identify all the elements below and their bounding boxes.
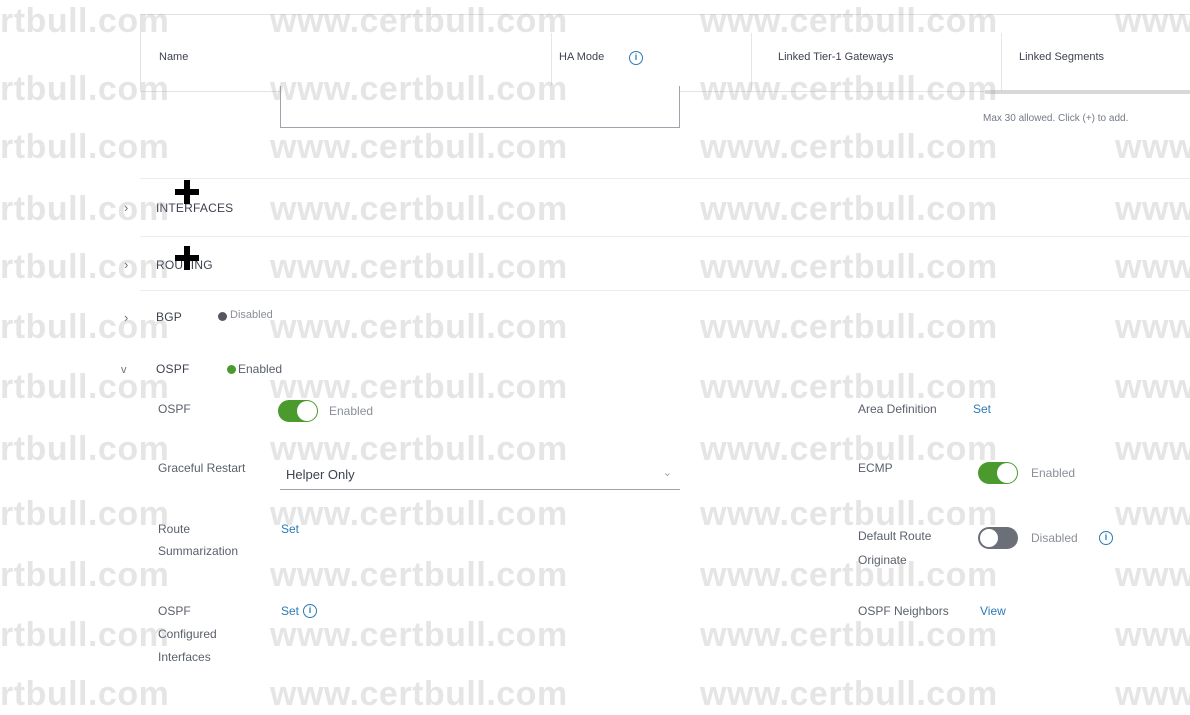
watermark: www.certbull.com — [700, 190, 998, 228]
watermark: www — [1115, 190, 1190, 228]
route-summarization-label-2: Summarization — [158, 544, 239, 558]
col-divider — [551, 33, 552, 91]
section-bgp[interactable]: BGP — [156, 310, 182, 324]
ospf-toggle[interactable] — [278, 400, 318, 422]
watermark: rtbull.com — [0, 556, 170, 594]
watermark: www — [1115, 248, 1190, 286]
watermark: www.certbull.com — [270, 556, 568, 594]
watermark: www — [1115, 128, 1190, 166]
col-ha-mode[interactable]: HA Mode — [559, 51, 604, 63]
bgp-status: Disabled — [230, 309, 273, 321]
watermark: www.certbull.com — [270, 190, 568, 228]
divider — [140, 178, 1190, 179]
watermark: rtbull.com — [0, 190, 170, 228]
default-route-label-2: Originate — [858, 553, 907, 567]
divider — [140, 236, 1190, 237]
watermark: www.certbull.com — [700, 430, 998, 468]
table-header: Name HA Mode i Linked Tier-1 Gateways Li… — [140, 14, 1190, 92]
description-textarea[interactable] — [280, 86, 680, 128]
crosshair-cursor-icon — [175, 246, 199, 270]
route-summarization-label: Route — [158, 522, 191, 536]
horizontal-scrollbar[interactable] — [985, 90, 1190, 94]
watermark: www — [1115, 616, 1190, 654]
watermark: www — [1115, 556, 1190, 594]
route-summarization-set-link[interactable]: Set — [281, 522, 299, 536]
area-definition-label: Area Definition — [858, 402, 937, 416]
watermark: rtbull.com — [0, 495, 170, 533]
ecmp-label: ECMP — [858, 461, 893, 475]
watermark: www — [1115, 430, 1190, 468]
configured-interfaces-set-link[interactable]: Set — [281, 604, 299, 618]
col-divider — [751, 33, 752, 91]
watermark: www.certbull.com — [270, 248, 568, 286]
watermark: www.certbull.com — [700, 368, 998, 406]
divider — [140, 290, 1190, 291]
default-route-toggle-label: Disabled — [1031, 531, 1078, 545]
configured-interfaces-label: OSPF — [158, 604, 191, 618]
chevron-right-icon[interactable]: › — [124, 200, 128, 215]
watermark: rtbull.com — [0, 308, 170, 346]
graceful-restart-label: Graceful Restart — [158, 461, 246, 475]
add-hint-text: Max 30 allowed. Click (+) to add. — [983, 113, 1129, 124]
watermark: www.certbull.com — [270, 128, 568, 166]
graceful-restart-select[interactable]: Helper Only ⌄ — [280, 460, 680, 490]
status-dot-icon — [227, 365, 236, 374]
watermark: rtbull.com — [0, 248, 170, 286]
chevron-right-icon[interactable]: › — [124, 257, 128, 272]
info-icon[interactable]: i — [629, 51, 643, 65]
info-icon[interactable]: i — [1099, 531, 1113, 545]
configured-interfaces-label-3: Interfaces — [158, 650, 211, 664]
watermark: rtbull.com — [0, 616, 170, 654]
watermark: www.certbull.com — [700, 616, 998, 654]
watermark: rtbull.com — [0, 675, 170, 713]
watermark: www — [1115, 368, 1190, 406]
watermark: www.certbull.com — [270, 495, 568, 533]
section-ospf[interactable]: OSPF — [156, 362, 189, 376]
watermark: www.certbull.com — [270, 368, 568, 406]
col-linked-segments[interactable]: Linked Segments — [1019, 51, 1104, 63]
info-icon[interactable]: i — [303, 604, 317, 618]
watermark: rtbull.com — [0, 128, 170, 166]
watermark: www.certbull.com — [700, 248, 998, 286]
watermark: www — [1115, 308, 1190, 346]
default-route-label: Default Route — [858, 529, 932, 543]
ospf-neighbors-label: OSPF Neighbors — [858, 604, 949, 618]
watermark: www.certbull.com — [700, 495, 998, 533]
watermark: www.certbull.com — [700, 308, 998, 346]
watermark: www.certbull.com — [270, 675, 568, 713]
ospf-status: Enabled — [238, 362, 283, 376]
col-divider — [1001, 33, 1002, 91]
ecmp-toggle[interactable] — [978, 462, 1018, 484]
watermark: www.certbull.com — [700, 556, 998, 594]
watermark: www — [1115, 675, 1190, 713]
col-name[interactable]: Name — [159, 51, 188, 63]
watermark: www.certbull.com — [270, 616, 568, 654]
chevron-down-icon[interactable]: v — [121, 364, 127, 376]
ospf-label: OSPF — [158, 402, 191, 416]
default-route-toggle[interactable] — [978, 527, 1018, 549]
watermark: rtbull.com — [0, 430, 170, 468]
crosshair-cursor-icon — [175, 180, 199, 204]
ecmp-toggle-label: Enabled — [1031, 466, 1076, 480]
chevron-right-icon[interactable]: › — [124, 310, 128, 325]
configured-interfaces-label-2: Configured — [158, 627, 217, 641]
watermark: rtbull.com — [0, 368, 170, 406]
area-definition-set-link[interactable]: Set — [973, 402, 991, 416]
ospf-toggle-label: Enabled — [329, 404, 374, 418]
watermark: www — [1115, 495, 1190, 533]
graceful-restart-value: Helper Only — [286, 467, 355, 482]
watermark: www.certbull.com — [700, 675, 998, 713]
watermark: www.certbull.com — [270, 308, 568, 346]
status-dot-icon — [218, 312, 227, 321]
watermark: www.certbull.com — [700, 128, 998, 166]
col-linked-tier1[interactable]: Linked Tier-1 Gateways — [778, 51, 894, 63]
ospf-neighbors-view-link[interactable]: View — [980, 604, 1006, 618]
chevron-down-icon: ⌄ — [662, 467, 672, 479]
